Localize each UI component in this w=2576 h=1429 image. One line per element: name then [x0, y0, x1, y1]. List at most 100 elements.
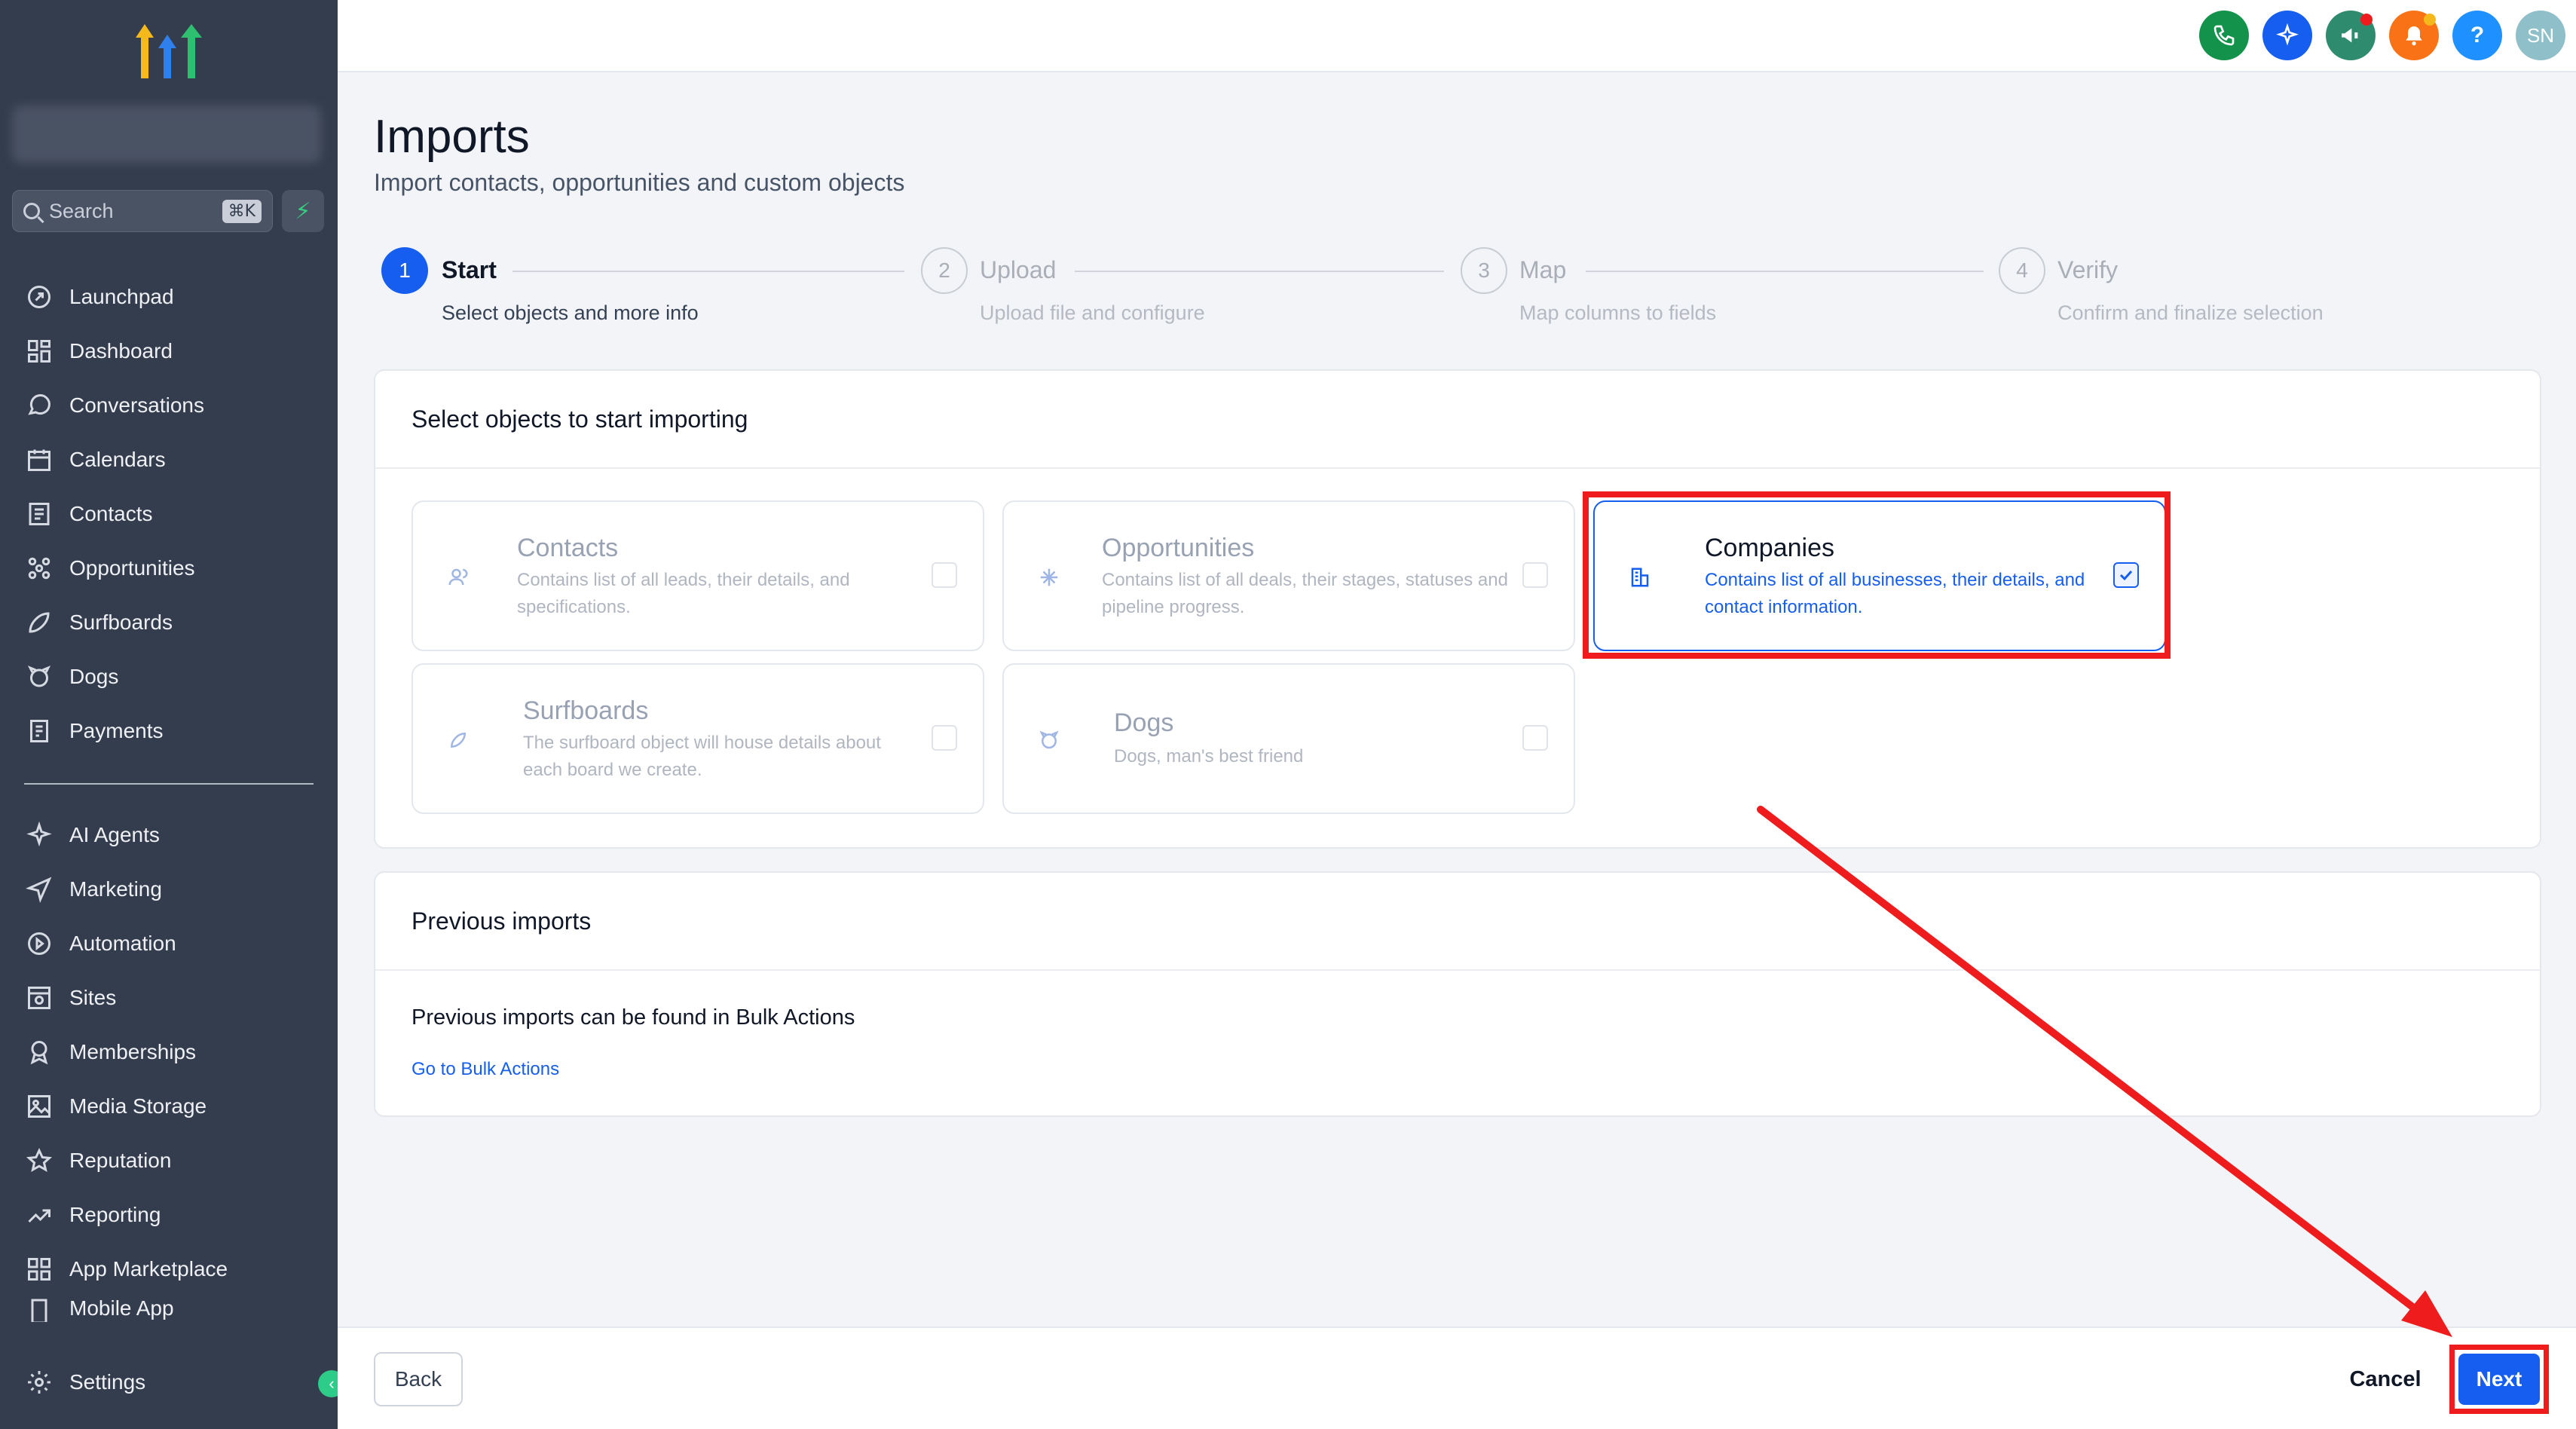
sidebar-divider	[24, 783, 314, 785]
shortcut-badge: ⌘K	[222, 199, 262, 223]
object-checkbox[interactable]	[932, 562, 957, 588]
trend-icon	[24, 1200, 54, 1230]
object-card-surfboards[interactable]: Surfboards The surfboard object will hou…	[411, 663, 984, 814]
sidebar-item-memberships[interactable]: Memberships	[0, 1025, 338, 1079]
payments-icon	[24, 716, 54, 746]
sidebar-item-sites[interactable]: Sites	[0, 971, 338, 1025]
object-checkbox[interactable]	[1522, 562, 1548, 588]
sidebar-item-label: Contacts	[69, 502, 153, 525]
sidebar-item-ai-agents[interactable]: AI Agents	[0, 808, 338, 862]
sidebar-item-settings[interactable]: Settings	[0, 1355, 338, 1409]
sidebar-item-label: Settings	[69, 1370, 146, 1394]
sidebar-item-automation[interactable]: Automation	[0, 916, 338, 971]
sidebar-item-payments[interactable]: Payments	[0, 704, 338, 758]
object-card-opportunities[interactable]: Opportunities Contains list of all deals…	[1002, 500, 1575, 651]
sidebar: Search ⌘K ⚡ Launchpad Dashboard Conversa…	[0, 0, 345, 1429]
sidebar-item-contacts[interactable]: Contacts	[0, 487, 338, 541]
sidebar-item-label: AI Agents	[69, 823, 160, 846]
sparkle-icon	[24, 820, 54, 850]
sidebar-item-reporting[interactable]: Reporting	[0, 1188, 338, 1242]
notifications-button[interactable]	[2389, 11, 2439, 60]
sidebar-item-reputation[interactable]: Reputation	[0, 1134, 338, 1188]
launchpad-icon	[24, 282, 54, 312]
announcements-button[interactable]	[2326, 11, 2376, 60]
annotation-highlight-companies	[1583, 491, 2171, 659]
notification-dot	[2360, 14, 2373, 26]
sidebar-item-label: Opportunities	[69, 556, 195, 580]
sidebar-item-calendars[interactable]: Calendars	[0, 433, 338, 487]
footer-bar	[338, 1326, 2576, 1429]
step-2-description: Upload file and configure	[980, 301, 1205, 324]
bell-icon	[2406, 26, 2422, 46]
object-title: Surfboards	[523, 696, 649, 725]
go-to-bulk-actions-link[interactable]: Go to Bulk Actions	[411, 1059, 559, 1080]
object-card-contacts[interactable]: Contacts Contains list of all leads, the…	[411, 500, 984, 651]
calendar-icon	[24, 445, 54, 475]
topbar: ? SN	[338, 0, 2576, 72]
sidebar-nav-primary: Launchpad Dashboard Conversations Calend…	[0, 270, 338, 758]
topbar-actions: ? SN	[2199, 11, 2565, 60]
award-icon	[24, 1037, 54, 1067]
back-button[interactable]: Back	[374, 1352, 463, 1406]
phone-button[interactable]	[2199, 11, 2249, 60]
sidebar-item-dogs[interactable]: Dogs	[0, 650, 338, 704]
surfboard-icon	[24, 607, 54, 638]
sidebar-item-surfboards[interactable]: Surfboards	[0, 595, 338, 650]
sidebar-item-label: Automation	[69, 932, 176, 955]
dog-icon	[24, 662, 54, 692]
sidebar-item-mobile-app[interactable]: Mobile App	[0, 1296, 338, 1322]
step-2-title: Upload	[980, 256, 1057, 283]
sidebar-item-marketing[interactable]: Marketing	[0, 862, 338, 916]
contacts-icon	[24, 499, 54, 529]
mobile-icon	[24, 1296, 54, 1322]
sidebar-item-label: Payments	[69, 719, 164, 742]
help-button[interactable]: ?	[2452, 11, 2502, 60]
step-3-title: Map	[1519, 256, 1567, 283]
previous-imports-heading: Previous imports	[375, 873, 2540, 971]
page-title: Imports	[374, 111, 530, 163]
automation-icon	[24, 929, 54, 959]
sidebar-item-app-marketplace[interactable]: App Marketplace	[0, 1242, 338, 1296]
ai-assistant-button[interactable]	[2262, 11, 2312, 60]
sidebar-item-conversations[interactable]: Conversations	[0, 378, 338, 433]
sidebar-item-label: Surfboards	[69, 610, 173, 634]
account-switcher[interactable]	[12, 106, 321, 163]
step-connector	[512, 271, 904, 272]
send-icon	[24, 874, 54, 904]
phone-icon	[2213, 25, 2235, 46]
object-checkbox[interactable]	[1522, 725, 1548, 751]
step-1-description: Select objects and more info	[442, 301, 699, 324]
sidebar-item-launchpad[interactable]: Launchpad	[0, 270, 338, 324]
sidebar-item-opportunities[interactable]: Opportunities	[0, 541, 338, 595]
object-card-dogs[interactable]: Dogs Dogs, man's best friend	[1002, 663, 1575, 814]
contacts-icon	[443, 562, 473, 592]
sidebar-item-dashboard[interactable]: Dashboard	[0, 324, 338, 378]
step-4-number: 4	[1999, 247, 2045, 294]
sidebar-item-label: Launchpad	[69, 285, 174, 308]
sidebar-item-label: Memberships	[69, 1040, 197, 1063]
step-4-title: Verify	[2057, 256, 2119, 283]
search-input[interactable]: Search ⌘K	[12, 190, 273, 232]
object-checkbox[interactable]	[932, 725, 957, 751]
cancel-button[interactable]: Cancel	[2344, 1357, 2427, 1402]
object-description: The surfboard object will house details …	[523, 733, 881, 780]
next-button[interactable]: Next	[2458, 1354, 2540, 1405]
surfboard-icon	[443, 725, 473, 755]
app-logo-icon[interactable]	[133, 21, 205, 81]
sidebar-nav-secondary: AI Agents Marketing Automation Sites Mem…	[0, 808, 338, 1322]
object-description: Contains list of all deals, their stages…	[1102, 570, 1508, 617]
quick-action-button[interactable]: ⚡	[282, 190, 324, 232]
help-icon: ?	[2470, 23, 2485, 47]
step-1-title: Start	[442, 256, 497, 283]
opportunities-icon	[24, 553, 54, 583]
gear-icon	[24, 1367, 54, 1397]
sidebar-item-label: Reporting	[69, 1203, 161, 1226]
page-subtitle: Import contacts, opportunities and custo…	[374, 169, 905, 196]
sidebar-item-label: Conversations	[69, 393, 204, 417]
megaphone-icon	[2342, 28, 2358, 43]
notification-dot	[2424, 14, 2436, 26]
sidebar-settings: Settings	[0, 1355, 338, 1409]
sidebar-item-media-storage[interactable]: Media Storage	[0, 1079, 338, 1134]
avatar[interactable]: SN	[2516, 11, 2565, 60]
step-2-number: 2	[921, 247, 968, 294]
